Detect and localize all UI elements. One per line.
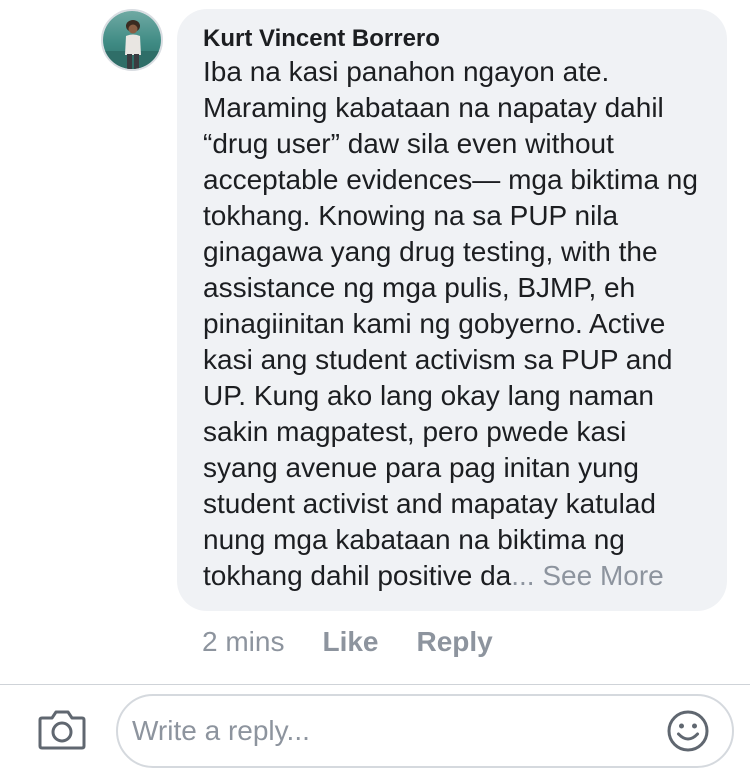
like-button[interactable]: Like: [322, 626, 378, 658]
comment-thread: Kurt Vincent Borrero Iba na kasi panahon…: [0, 0, 750, 777]
avatar[interactable]: [101, 9, 163, 71]
comment-body: Iba na kasi panahon ngayon ate. Maraming…: [203, 54, 707, 594]
comment-actions: 2 mins Like Reply: [202, 622, 493, 662]
divider: [0, 684, 750, 685]
camera-icon[interactable]: [38, 708, 86, 750]
truncation-ellipsis: ...: [511, 560, 535, 591]
smiley-icon[interactable]: [666, 709, 710, 753]
comment-bubble: Kurt Vincent Borrero Iba na kasi panahon…: [177, 9, 727, 611]
reply-input[interactable]: [132, 696, 652, 766]
comment-timestamp: 2 mins: [202, 626, 285, 657]
reply-composer[interactable]: [116, 694, 734, 768]
camera-glyph-icon: [38, 710, 86, 750]
see-more-link[interactable]: See More: [542, 560, 663, 591]
reply-button[interactable]: Reply: [417, 626, 493, 658]
smiley-glyph-icon: [667, 710, 709, 752]
comment-text: Iba na kasi panahon ngayon ate. Maraming…: [203, 56, 698, 591]
comment-author[interactable]: Kurt Vincent Borrero: [203, 24, 707, 54]
profile-photo-icon: [103, 11, 161, 69]
